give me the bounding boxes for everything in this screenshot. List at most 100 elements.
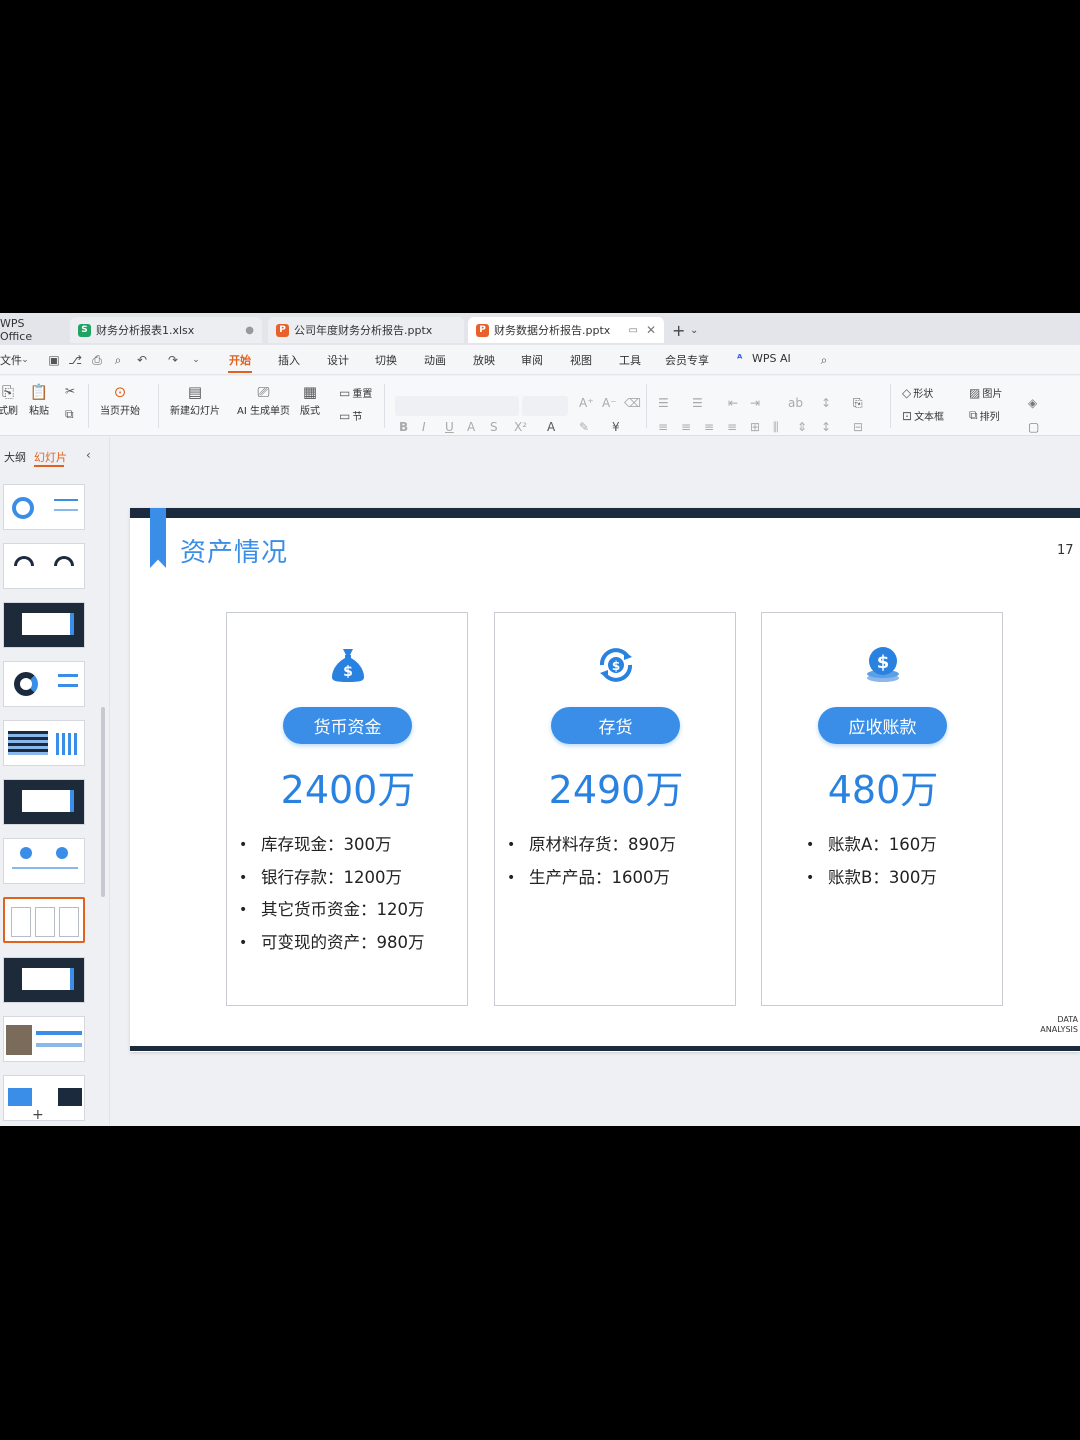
slide-thumbnail[interactable] — [3, 661, 85, 707]
paragraph-spacing-icon[interactable]: ⇕ — [797, 420, 807, 434]
tab-wps-home[interactable]: WPS Office — [0, 317, 62, 343]
superscript-icon[interactable]: X² — [514, 420, 527, 434]
print-preview-icon[interactable]: ⌕ — [111, 353, 125, 367]
outline-color-icon[interactable]: ▢ — [1028, 420, 1039, 434]
add-slide-icon[interactable]: + — [32, 1107, 44, 1123]
font-color-icon[interactable]: A — [547, 420, 555, 434]
monitor-icon[interactable]: ▭ — [628, 325, 637, 336]
chevron-down-icon[interactable]: ⌄ — [189, 353, 203, 367]
arrange-button[interactable]: ⧉ 排列 — [969, 408, 1000, 423]
new-slide-button[interactable]: ▤ 新建幻灯片 — [170, 382, 220, 417]
highlight-icon[interactable]: ✎ — [579, 420, 589, 434]
slide-canvas[interactable]: 资产情况 17 $ 货币资金 2400万 库存现金：300万 银行存款：1200… — [130, 508, 1080, 1052]
menu-view[interactable]: 视图 — [570, 352, 592, 368]
chevron-down-icon[interactable]: ⌄ — [690, 317, 698, 343]
slide-thumbnail-selected[interactable] — [3, 897, 85, 943]
increase-font-icon[interactable]: A⁺ — [579, 396, 594, 410]
picture-button[interactable]: ▨ 图片 — [969, 385, 1002, 401]
slide-thumbnail[interactable] — [3, 1075, 85, 1121]
text-box-align-icon[interactable]: ⊟ — [853, 420, 863, 434]
menu-wps-ai[interactable]: WPS AI — [752, 352, 791, 365]
strikethrough-icon[interactable]: A — [467, 420, 475, 434]
numbered-list-icon[interactable]: ☰ — [692, 396, 703, 410]
category-label: 应收账款 — [818, 707, 947, 744]
menu-home[interactable]: 开始 — [229, 352, 251, 368]
button-label: 式刷 — [0, 406, 18, 417]
tab-document-active[interactable]: P 财务数据分析报告.pptx ▭ ✕ — [468, 317, 664, 343]
save-icon[interactable]: ▣ — [47, 353, 61, 367]
menu-animation[interactable]: 动画 — [424, 352, 446, 368]
shape-button[interactable]: ◇ 形状 — [902, 385, 933, 401]
tab-outline[interactable]: 大纲 — [4, 449, 26, 465]
clear-format-icon[interactable]: ⌫ — [624, 396, 641, 410]
columns-icon[interactable]: ⫼ — [773, 420, 779, 435]
tab-document[interactable]: P 公司年度财务分析报告.pptx — [268, 317, 464, 343]
slide-thumbnail[interactable] — [3, 838, 85, 884]
slide-thumbnail[interactable] — [3, 484, 85, 530]
slide-thumbnail[interactable] — [3, 720, 85, 766]
menu-tools[interactable]: 工具 — [619, 352, 641, 368]
tab-document[interactable]: S 财务分析报表1.xlsx ● — [70, 317, 262, 343]
menu-transition[interactable]: 切换 — [375, 352, 397, 368]
slide-thumbnail[interactable] — [3, 957, 85, 1003]
asset-card: $ 货币资金 2400万 库存现金：300万 银行存款：1200万 其它货币资金… — [226, 612, 468, 1006]
italic-icon[interactable]: I — [422, 420, 426, 434]
list-item: 可变现的资产：980万 — [239, 927, 425, 960]
text-direction-icon[interactable]: ab — [788, 396, 803, 410]
layout-button[interactable]: ▦ 版式 — [300, 382, 320, 417]
bullet-list-icon[interactable]: ☰ — [658, 396, 669, 410]
decrease-font-icon[interactable]: A⁻ — [602, 396, 617, 410]
menu-review[interactable]: 审阅 — [521, 352, 543, 368]
wps-ai-icon[interactable]: ᴬ — [737, 352, 742, 365]
align-center-icon[interactable]: ≡ — [681, 420, 691, 434]
slide-thumbnail[interactable] — [3, 779, 85, 825]
menu-slideshow[interactable]: 放映 — [473, 352, 495, 368]
scrollbar[interactable] — [101, 707, 105, 897]
character-spacing-icon[interactable]: ¥ — [612, 420, 620, 434]
paste-button[interactable]: 📋 粘贴 — [29, 382, 49, 417]
align-left-icon[interactable]: ≡ — [658, 420, 668, 434]
underline-icon[interactable]: U — [445, 420, 454, 434]
redo-icon[interactable]: ↷ — [166, 353, 180, 367]
close-tab-icon[interactable]: ✕ — [646, 323, 656, 337]
print-icon[interactable]: ⎙ — [90, 353, 104, 367]
font-size-select[interactable] — [522, 396, 568, 416]
bold-icon[interactable]: B — [399, 420, 408, 434]
fill-color-icon[interactable]: ◈ — [1028, 396, 1037, 410]
slide-thumbnail[interactable] — [3, 543, 85, 589]
section-button[interactable]: ▭ 节 — [339, 408, 362, 424]
reset-button[interactable]: ▭ 重置 — [339, 385, 372, 401]
align-right-icon[interactable]: ≡ — [704, 420, 714, 434]
search-icon[interactable]: ⌕ — [817, 353, 831, 367]
chevron-down-icon[interactable]: ⌄ — [18, 353, 32, 367]
collapse-panel-icon[interactable]: ‹ — [86, 448, 91, 462]
shadow-icon[interactable]: S — [490, 420, 498, 434]
textbox-button[interactable]: ⊡ 文本框 — [902, 408, 944, 424]
money-bag-icon: $ — [332, 649, 364, 682]
font-family-select[interactable] — [395, 396, 519, 416]
copy-icon[interactable]: ⧉ — [65, 407, 76, 422]
ai-page-icon: ⎚ — [257, 383, 270, 401]
menu-member[interactable]: 会员专享 — [665, 352, 709, 368]
new-tab-icon[interactable]: + — [672, 317, 685, 343]
convert-smartart-icon[interactable]: ⎘ — [853, 396, 863, 411]
cut-icon[interactable]: ✂ — [65, 384, 77, 398]
undo-icon[interactable]: ↶ — [135, 353, 149, 367]
distribute-icon[interactable]: ⊞ — [750, 420, 760, 434]
justify-icon[interactable]: ≡ — [727, 420, 737, 434]
slide-thumbnail[interactable] — [3, 1016, 85, 1062]
menu-design[interactable]: 设计 — [327, 352, 349, 368]
line-height-icon[interactable]: ↕ — [821, 420, 831, 434]
increase-indent-icon[interactable]: ⇥ — [750, 396, 760, 410]
decrease-indent-icon[interactable]: ⇤ — [728, 396, 738, 410]
tab-label: WPS Office — [0, 317, 33, 343]
menu-insert[interactable]: 插入 — [278, 352, 300, 368]
layout-icon: ▦ — [302, 383, 318, 401]
line-spacing-icon[interactable]: ↕ — [821, 396, 831, 410]
play-current-slide-button[interactable]: ⊙ 当页开始 — [100, 382, 140, 417]
tab-slides[interactable]: 幻灯片 — [34, 449, 67, 465]
ai-generate-page-button[interactable]: ⎚ AI 生成单页 — [237, 382, 290, 417]
slide-thumbnail[interactable] — [3, 602, 85, 648]
format-painter-button[interactable]: ⎘ 式刷 — [0, 382, 18, 417]
share-icon[interactable]: ⎇ — [68, 353, 82, 367]
